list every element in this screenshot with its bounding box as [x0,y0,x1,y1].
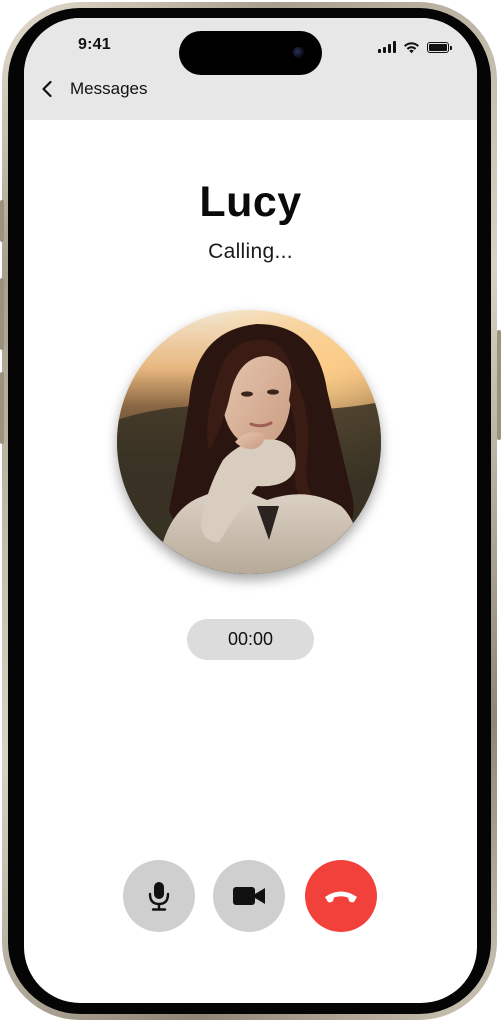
mute-button[interactable] [123,860,195,932]
cellular-signal-icon [378,41,396,53]
volume-up-button [0,278,4,350]
video-camera-icon [233,887,265,905]
phone-screen: 9:41 Messages Lucy Calling... 00:00 [24,18,477,1003]
battery-icon [427,41,452,53]
video-button[interactable] [213,860,285,932]
microphone-icon [148,882,170,911]
front-camera-icon [293,47,304,58]
back-button[interactable]: Messages [40,76,147,102]
action-button [0,200,4,242]
top-bar: 9:41 Messages [24,18,477,120]
status-time: 9:41 [78,36,111,53]
power-button [497,330,501,440]
caller-avatar [117,310,381,574]
status-icons [378,40,452,54]
caller-name: Lucy [199,178,302,226]
end-call-button[interactable] [305,860,377,932]
caller-photo [117,310,381,574]
wifi-icon [404,41,419,53]
hang-up-phone-icon [325,891,357,903]
back-label: Messages [70,79,148,98]
chevron-left-icon [42,80,52,98]
call-status: Calling... [208,240,293,263]
dynamic-island [179,31,322,75]
call-timer: 00:00 [187,619,314,660]
volume-down-button [0,372,4,444]
